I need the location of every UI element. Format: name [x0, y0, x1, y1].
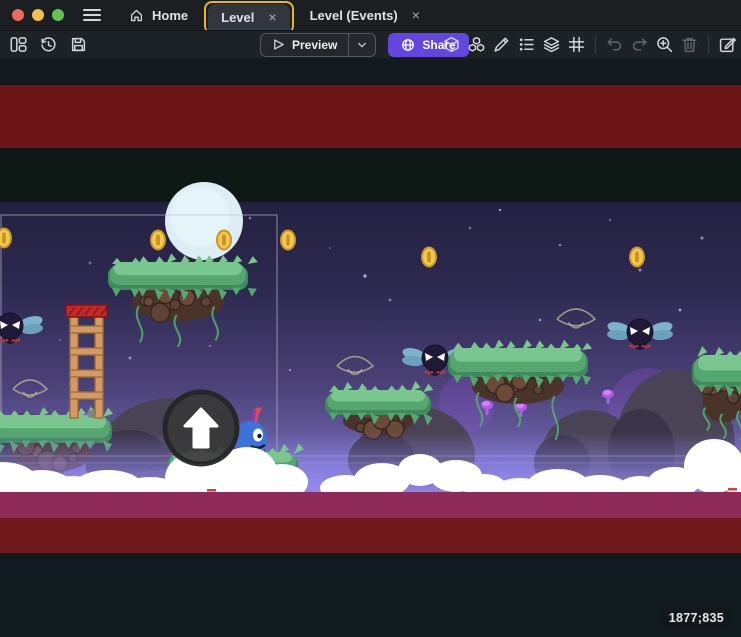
close-tab-icon[interactable]: ×	[412, 7, 420, 23]
object-groups-icon	[468, 36, 485, 53]
tutorial-highlight-box: Level ×	[204, 1, 293, 34]
close-tab-icon[interactable]: ×	[268, 9, 276, 25]
minimize-window-button[interactable]	[32, 9, 44, 21]
tab-level-events[interactable]: Level (Events) ×	[297, 2, 433, 29]
moon-object[interactable]	[165, 182, 243, 260]
objects-panel-icon	[443, 36, 460, 53]
preview-label: Preview	[292, 38, 337, 52]
redo-button[interactable]	[631, 36, 648, 53]
objects-panel-button[interactable]	[443, 36, 460, 53]
layers-icon	[543, 36, 560, 53]
play-icon	[272, 38, 285, 51]
save-icon	[70, 36, 87, 53]
undo-button[interactable]	[606, 36, 623, 53]
version-history-icon	[40, 36, 57, 53]
zoom-window-button[interactable]	[52, 9, 64, 21]
scene-editor-canvas[interactable]: 1877;835	[0, 58, 741, 637]
scene-properties-icon	[719, 36, 736, 53]
backdrop-mid	[0, 148, 741, 202]
toggle-panels-icon	[10, 36, 27, 53]
toolbar-divider	[595, 36, 596, 54]
tab-label: Home	[152, 8, 188, 23]
redo-icon	[631, 36, 648, 53]
ground-band-magenta	[0, 492, 741, 518]
coin-object[interactable]	[422, 248, 436, 267]
titlebar: Home Level × Level (Events) ×	[0, 0, 741, 30]
instances-list-icon	[518, 36, 535, 53]
toolbar-divider	[708, 36, 709, 54]
scene-properties-button[interactable]	[719, 36, 736, 53]
coin-object[interactable]	[0, 229, 11, 248]
object-groups-button[interactable]	[468, 36, 485, 53]
save-button[interactable]	[70, 36, 87, 53]
zoom-button[interactable]	[656, 36, 673, 53]
grid-icon	[568, 36, 585, 53]
coin-object[interactable]	[281, 231, 295, 250]
backdrop-top	[0, 58, 741, 85]
layers-button[interactable]	[543, 36, 560, 53]
toggle-grid-button[interactable]	[568, 36, 585, 53]
tab-level[interactable]: Level ×	[208, 4, 289, 31]
edit-object-icon	[493, 36, 510, 53]
close-window-button[interactable]	[12, 9, 24, 21]
red-marker	[207, 489, 216, 492]
tab-label: Level	[221, 10, 254, 25]
coin-object[interactable]	[217, 231, 231, 250]
scene-canvas[interactable]	[0, 58, 741, 637]
tab-bar: Home Level × Level (Events) ×	[116, 0, 433, 30]
undo-icon	[606, 36, 623, 53]
home-icon	[129, 8, 144, 23]
toolbar: Preview Share	[0, 30, 741, 58]
zoom-icon	[656, 36, 673, 53]
chevron-down-icon	[357, 40, 367, 50]
coin-object[interactable]	[630, 248, 644, 267]
main-menu-icon[interactable]	[82, 7, 102, 23]
coin-object[interactable]	[151, 231, 165, 250]
editor-backdrop	[0, 553, 741, 637]
edit-object-button[interactable]	[493, 36, 510, 53]
toggle-panels-button[interactable]	[10, 36, 27, 53]
tab-label: Level (Events)	[310, 8, 398, 23]
traffic-lights	[12, 9, 64, 21]
preview-button[interactable]: Preview	[260, 33, 376, 57]
version-history-button[interactable]	[40, 36, 57, 53]
delete-button[interactable]	[681, 36, 698, 53]
preview-options-button[interactable]	[348, 34, 375, 56]
red-marker	[728, 488, 737, 491]
touch-up-button[interactable]	[165, 392, 237, 464]
tab-home[interactable]: Home	[116, 2, 201, 29]
cursor-coordinates: 1877;835	[661, 608, 732, 628]
globe-icon	[401, 38, 415, 52]
ground-band-red	[0, 518, 741, 553]
lava-band-top	[0, 85, 741, 148]
instances-list-button[interactable]	[518, 36, 535, 53]
trash-icon	[681, 36, 698, 53]
